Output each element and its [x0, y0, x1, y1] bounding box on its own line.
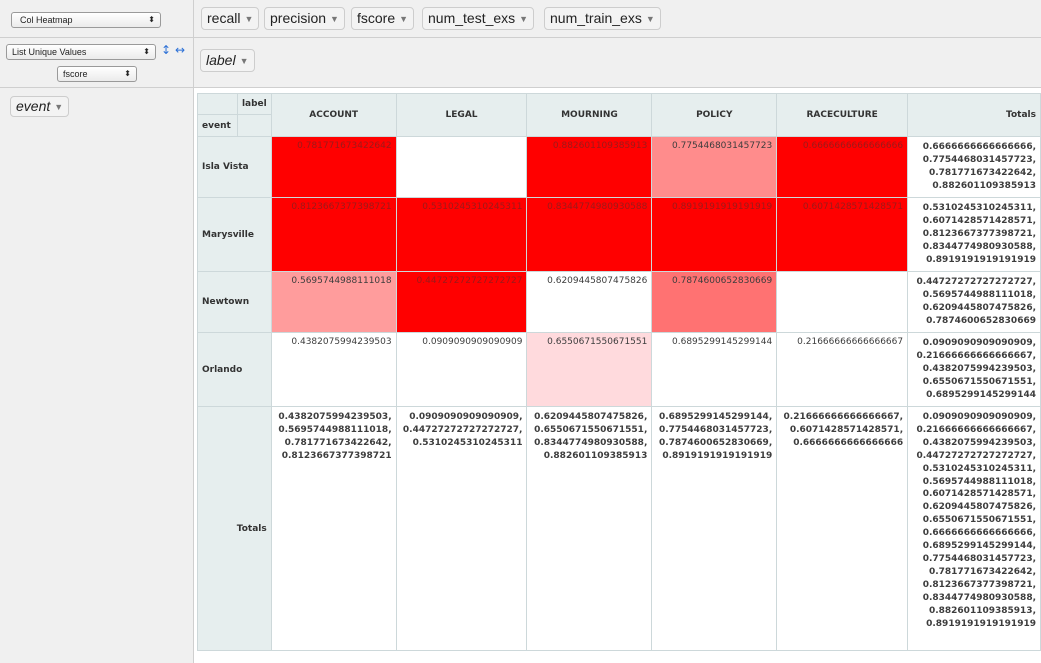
row-axis-label: event: [197, 114, 238, 137]
attr-pill-label: fscore: [357, 10, 396, 26]
col-total-cell[interactable]: 0.6895299145299144, 0.7754468031457723, …: [651, 406, 778, 651]
attr-pill-num-test-exs[interactable]: num_test_exs ▼: [422, 7, 535, 30]
aggregator-panel: List Unique Values ⬍ ↕ ↔ fscore ⬍: [0, 38, 194, 88]
row-total-cell[interactable]: 0.0909090909090909, 0.21666666666666667,…: [907, 332, 1041, 407]
row-header[interactable]: Isla Vista: [197, 136, 272, 198]
aggregator-attribute-select[interactable]: fscore ⬍: [57, 66, 137, 82]
grand-total-cell[interactable]: 0.0909090909090909, 0.21666666666666667,…: [907, 406, 1041, 651]
attr-pill-label: recall: [207, 10, 241, 26]
attr-pill-label: num_train_exs: [550, 10, 642, 26]
col-total-cell[interactable]: 0.6209445807475826, 0.6550671550671551, …: [526, 406, 653, 651]
row-header[interactable]: Marysville: [197, 197, 272, 272]
value-cell[interactable]: 0.6209445807475826: [526, 271, 653, 333]
table-row: Marysville 0.8123667377398721 0.5310245310…: [197, 197, 1041, 272]
row-total-cell[interactable]: 0.6666666666666666, 0.7754468031457723, …: [907, 136, 1041, 198]
value-cell[interactable]: 0.882601109385913: [526, 136, 653, 198]
attr-pill-num-train-exs[interactable]: num_train_exs ▼: [544, 7, 661, 30]
attr-pill-label: label: [206, 52, 236, 68]
select-arrows-icon: ⬍: [143, 47, 150, 56]
col-total-cell[interactable]: 0.4382075994239503, 0.5695744988111018, …: [270, 406, 397, 651]
pivot-table-panel: label ACCOUNT LEGAL MOURNING POLICY RACE…: [194, 88, 1041, 663]
table-row: Newtown 0.5695744988111018 0.4472727272727…: [197, 271, 1041, 333]
triangle-down-icon[interactable]: ▼: [240, 56, 249, 66]
value-cell[interactable]: 0.6071428571428571: [776, 197, 909, 272]
value-cell[interactable]: 0.4382075994239503: [270, 332, 397, 407]
triangle-down-icon[interactable]: ▼: [54, 102, 63, 112]
attr-pill-recall[interactable]: recall ▼: [201, 7, 260, 30]
table-row: Isla Vista 0.781771673422642 0.88260110938…: [197, 136, 1041, 198]
renderer-select[interactable]: Col Heatmap ⬍: [11, 12, 161, 28]
attr-pill-label: num_test_exs: [428, 10, 516, 26]
value-cell[interactable]: 0.781771673422642: [270, 136, 397, 198]
value-cell[interactable]: 0.6666666666666666: [776, 136, 909, 198]
col-header-mourning[interactable]: MOURNING: [526, 93, 653, 137]
attr-pill-precision[interactable]: precision ▼: [264, 7, 345, 30]
value-cell[interactable]: 0.0909090909090909: [395, 332, 528, 407]
value-cell[interactable]: 0.6550671550671551: [526, 332, 653, 407]
value-cell[interactable]: 0.8344774980930588: [526, 197, 653, 272]
renderer-panel: Col Heatmap ⬍: [0, 0, 194, 38]
aggregator-select-value: List Unique Values: [12, 47, 87, 57]
table-row: Orlando 0.4382075994239503 0.0909090909090…: [197, 332, 1041, 407]
row-header[interactable]: Newtown: [197, 271, 272, 333]
value-cell[interactable]: 0.8123667377398721: [270, 197, 397, 272]
col-order-icon[interactable]: ↔: [175, 43, 185, 57]
row-attr-pill-event[interactable]: event ▼: [10, 96, 70, 117]
unused-attributes-panel: recall ▼ precision ▼ fscore ▼ num_test_exs ▼…: [194, 0, 1041, 38]
value-cell[interactable]: 0.44727272727272727: [395, 271, 528, 333]
column-attributes-panel: label ▼: [194, 38, 1041, 88]
renderer-select-value: Col Heatmap: [20, 15, 73, 25]
value-cell[interactable]: 0.6895299145299144: [651, 332, 778, 407]
col-total-cell[interactable]: 0.0909090909090909, 0.44727272727272727,…: [395, 406, 528, 651]
value-cell[interactable]: 0.8919191919191919: [651, 197, 778, 272]
value-cell[interactable]: 0.5310245310245311: [395, 197, 528, 272]
row-total-cell[interactable]: 0.44727272727272727, 0.5695744988111018,…: [907, 271, 1041, 333]
row-header[interactable]: Orlando: [197, 332, 272, 407]
value-cell[interactable]: [395, 136, 528, 198]
triangle-down-icon[interactable]: ▼: [646, 14, 655, 24]
col-axis-label: label: [236, 93, 272, 115]
row-order-icon[interactable]: ↕: [161, 43, 171, 57]
row-total-cell[interactable]: 0.5310245310245311, 0.6071428571428571, …: [907, 197, 1041, 272]
row-attributes-panel: event ▼: [0, 88, 194, 663]
value-cell[interactable]: 0.21666666666666667: [776, 332, 909, 407]
attr-pill-label: precision: [270, 10, 327, 26]
value-cell[interactable]: 0.7874600652830669: [651, 271, 778, 333]
triangle-down-icon[interactable]: ▼: [330, 14, 339, 24]
triangle-down-icon[interactable]: ▼: [244, 14, 253, 24]
attr-pill-fscore[interactable]: fscore ▼: [351, 7, 415, 30]
value-cell[interactable]: 0.7754468031457723: [651, 136, 778, 198]
triangle-down-icon[interactable]: ▼: [519, 14, 528, 24]
select-arrows-icon: ⬍: [148, 15, 155, 24]
attr-pill-label: event: [16, 98, 51, 114]
triangle-down-icon[interactable]: ▼: [399, 14, 408, 24]
select-arrows-icon: ⬍: [124, 69, 131, 78]
col-total-cell[interactable]: 0.21666666666666667, 0.6071428571428571,…: [776, 406, 909, 651]
col-header-policy[interactable]: POLICY: [651, 93, 778, 137]
pivot-table: label ACCOUNT LEGAL MOURNING POLICY RACE…: [197, 93, 1041, 651]
col-header-totals: Totals: [907, 93, 1041, 137]
aggregator-select[interactable]: List Unique Values ⬍: [6, 44, 156, 60]
totals-row: Totals 0.4382075994239503, 0.569574498811…: [197, 406, 1041, 651]
col-header-raceculture[interactable]: RACECULTURE: [776, 93, 909, 137]
col-attr-pill-label[interactable]: label ▼: [200, 49, 255, 72]
aggregator-attribute-value: fscore: [63, 69, 88, 79]
value-cell[interactable]: 0.5695744988111018: [270, 271, 397, 333]
col-header-legal[interactable]: LEGAL: [395, 93, 528, 137]
col-header-account[interactable]: ACCOUNT: [270, 93, 397, 137]
totals-row-header: Totals: [197, 406, 272, 651]
value-cell[interactable]: [776, 271, 909, 333]
